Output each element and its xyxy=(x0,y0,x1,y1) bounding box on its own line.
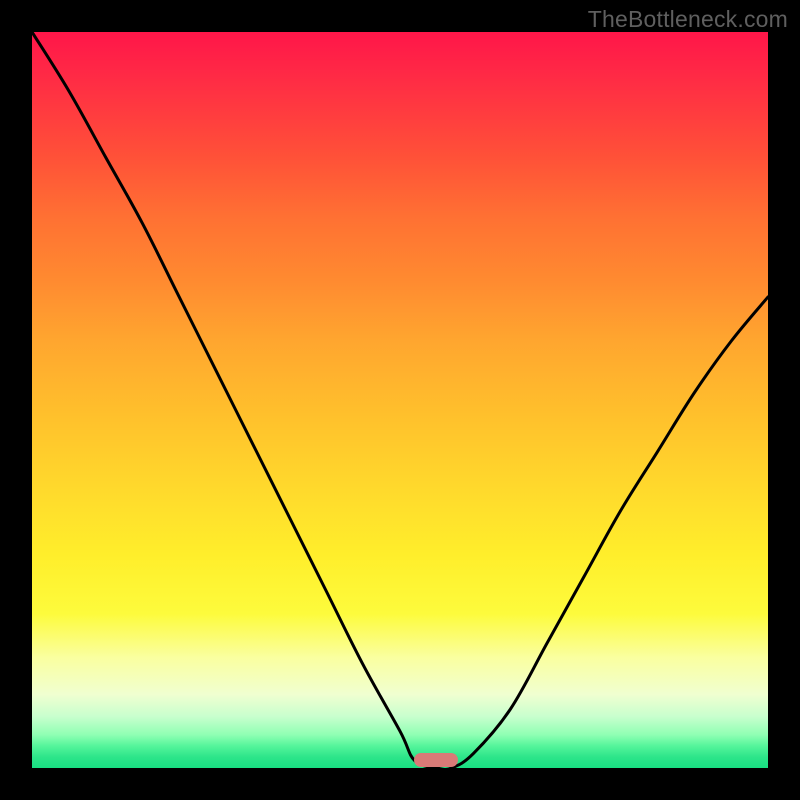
bottleneck-curve xyxy=(32,32,768,768)
attribution-label: TheBottleneck.com xyxy=(588,6,788,33)
plot-area xyxy=(32,32,768,768)
optimum-marker xyxy=(414,753,458,767)
chart-frame: TheBottleneck.com xyxy=(0,0,800,800)
